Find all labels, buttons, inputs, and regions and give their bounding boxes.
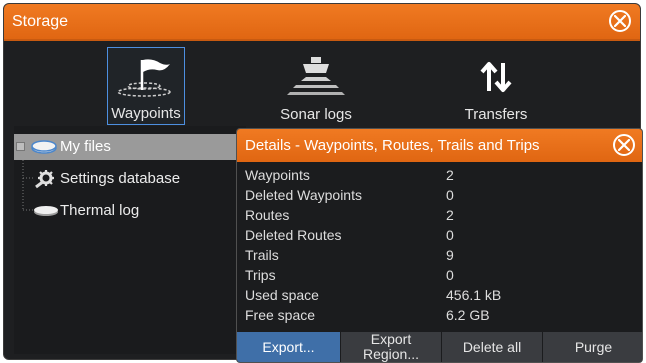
detail-value: 0 xyxy=(446,227,454,243)
transfers-button[interactable]: Transfers xyxy=(456,47,536,125)
detail-row-deleted-routes: Deleted Routes 0 xyxy=(245,227,625,247)
transfer-arrows-icon xyxy=(480,62,512,92)
details-title: Details - Waypoints, Routes, Trails and … xyxy=(245,137,540,154)
transfers-label: Transfers xyxy=(464,106,528,123)
detail-key: Trips xyxy=(245,267,276,283)
purge-label: Purge xyxy=(574,339,613,355)
delete-all-label: Delete all xyxy=(462,339,522,355)
detail-row-used-space: Used space 456.1 kB xyxy=(245,287,625,307)
detail-value: 456.1 kB xyxy=(446,287,502,303)
detail-row-routes: Routes 2 xyxy=(245,207,625,227)
tree-item-label: My files xyxy=(60,138,111,155)
detail-value: 0 xyxy=(446,267,454,283)
close-icon xyxy=(618,139,630,151)
waypoint-flag-icon xyxy=(117,59,171,97)
detail-value: 6.2 GB xyxy=(446,307,490,323)
storage-toolbar: Waypoints Sonar logs Transfers xyxy=(4,41,640,127)
purge-button[interactable]: Purge xyxy=(543,332,642,362)
export-button-label: Export... xyxy=(262,339,315,355)
sonar-logs-label: Sonar logs xyxy=(280,106,352,123)
detail-value: 2 xyxy=(446,167,454,183)
detail-value: 2 xyxy=(446,207,454,223)
detail-value: 9 xyxy=(446,247,454,263)
file-tree: My files Settings database Thermal log xyxy=(14,126,246,354)
sonar-boat-icon xyxy=(287,57,345,95)
storage-close-button[interactable] xyxy=(609,10,631,32)
delete-all-button[interactable]: Delete all xyxy=(442,332,543,362)
storage-titlebar: Storage xyxy=(4,4,640,41)
details-dialog: Details - Waypoints, Routes, Trails and … xyxy=(236,128,643,363)
detail-value: 0 xyxy=(446,187,454,203)
export-region-button[interactable]: Export Region... xyxy=(341,332,442,362)
waypoints-button[interactable]: Waypoints xyxy=(107,47,185,125)
detail-row-waypoints: Waypoints 2 xyxy=(245,167,625,187)
detail-key: Trails xyxy=(245,247,279,263)
export-button[interactable]: Export... xyxy=(237,332,341,362)
details-titlebar: Details - Waypoints, Routes, Trails and … xyxy=(237,129,642,162)
detail-key: Free space xyxy=(245,307,316,323)
detail-row-trips: Trips 0 xyxy=(245,267,625,287)
window-title: Storage xyxy=(12,13,69,30)
detail-key: Used space xyxy=(245,287,319,303)
expand-toggle-icon[interactable] xyxy=(16,142,25,151)
export-region-label-line1: Export xyxy=(370,332,412,347)
disk-icon xyxy=(34,206,58,216)
detail-key: Deleted Waypoints xyxy=(245,187,362,203)
detail-row-trails: Trails 9 xyxy=(245,247,625,267)
detail-key: Waypoints xyxy=(245,167,310,183)
details-button-bar: Export... Export Region... Delete all Pu… xyxy=(237,332,642,362)
detail-row-free-space: Free space 6.2 GB xyxy=(245,307,625,327)
close-icon xyxy=(614,15,626,27)
detail-key: Routes xyxy=(245,207,290,223)
export-region-label-line2: Region... xyxy=(362,346,420,362)
disk-icon xyxy=(31,140,57,154)
tree-item-settings-database[interactable]: Settings database xyxy=(14,166,246,192)
sonar-logs-button[interactable]: Sonar logs xyxy=(276,47,356,125)
settings-gear-icon xyxy=(35,170,54,189)
waypoints-label: Waypoints xyxy=(111,105,181,122)
tree-item-thermal-log[interactable]: Thermal log xyxy=(14,198,246,224)
tree-item-label: Settings database xyxy=(60,170,181,187)
details-close-button[interactable] xyxy=(613,134,635,156)
tree-item-label: Thermal log xyxy=(60,202,140,219)
detail-row-deleted-waypoints: Deleted Waypoints 0 xyxy=(245,187,625,207)
tree-item-my-files[interactable]: My files xyxy=(14,134,246,160)
detail-key: Deleted Routes xyxy=(245,227,342,243)
